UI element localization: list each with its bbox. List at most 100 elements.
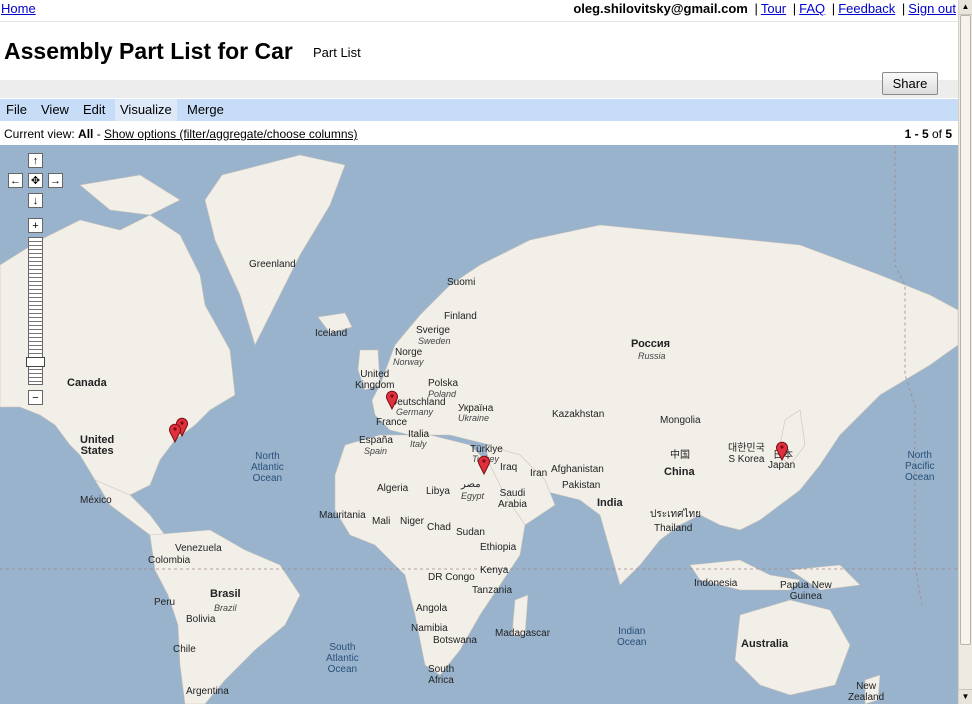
map-label: Spain bbox=[364, 446, 388, 456]
map-label: France bbox=[376, 417, 408, 428]
map-label: Kazakhstan bbox=[552, 409, 605, 420]
map-marker[interactable] bbox=[168, 423, 182, 443]
map-label: Indonesia bbox=[694, 578, 738, 589]
view-dash: - bbox=[93, 127, 105, 141]
map-label: South Atlantic Ocean bbox=[326, 642, 359, 675]
map-label: Mauritania bbox=[319, 510, 366, 521]
map-label: Angola bbox=[416, 603, 448, 614]
map-label: United Kingdom bbox=[355, 369, 395, 391]
map-label: Sverige bbox=[416, 325, 450, 336]
menu-bar: File View Edit Visualize Merge bbox=[0, 99, 958, 121]
pager-total: 5 bbox=[945, 127, 952, 141]
map-label: Canada bbox=[67, 377, 107, 389]
map-label: España bbox=[359, 435, 393, 446]
map-label: Kenya bbox=[480, 565, 509, 576]
zoom-in-icon[interactable]: + bbox=[28, 218, 43, 233]
map-label: India bbox=[597, 497, 623, 509]
home-link[interactable]: Home bbox=[1, 1, 36, 16]
separator: | bbox=[792, 1, 797, 16]
map-label: ประเทศไทย bbox=[650, 509, 701, 520]
map-label: Bolivia bbox=[186, 614, 216, 625]
current-view: Current view: All - Show options (filter… bbox=[4, 127, 358, 141]
map-marker[interactable] bbox=[775, 441, 789, 461]
scrollbar-thumb[interactable] bbox=[960, 15, 971, 645]
map-label: Iran bbox=[530, 468, 548, 479]
map-label: South Africa bbox=[428, 664, 455, 686]
pan-left-icon[interactable]: ← bbox=[8, 173, 23, 188]
user-area: oleg.shilovitsky@gmail.com | Tour | FAQ | F… bbox=[573, 1, 956, 16]
map-label: Egypt bbox=[461, 491, 485, 501]
map-label: 中国 bbox=[670, 450, 690, 461]
page-title: Assembly Part List for Car bbox=[4, 38, 293, 64]
pager-of: of bbox=[928, 127, 946, 141]
pan-center-icon[interactable]: ✥ bbox=[28, 173, 43, 188]
separator: | bbox=[901, 1, 906, 16]
faq-link[interactable]: FAQ bbox=[799, 1, 825, 16]
map-label: مصر bbox=[461, 479, 481, 490]
map-label: Namibia bbox=[411, 623, 448, 634]
map-label: DR Congo bbox=[428, 572, 475, 583]
pan-up-icon[interactable]: ↑ bbox=[28, 153, 43, 168]
pan-down-icon[interactable]: ↓ bbox=[28, 193, 43, 208]
map-label: Mongolia bbox=[660, 415, 701, 426]
map-label: México bbox=[80, 495, 112, 506]
map-label: North Atlantic Ocean bbox=[251, 451, 284, 484]
map-label: Chad bbox=[427, 522, 451, 533]
menu-merge[interactable]: Merge bbox=[182, 99, 229, 121]
map-label: United States bbox=[80, 434, 115, 457]
map-label: Sudan bbox=[456, 527, 485, 538]
menu-edit[interactable]: Edit bbox=[78, 99, 110, 121]
menu-file[interactable]: File bbox=[1, 99, 32, 121]
pager-range: 1 - 5 bbox=[904, 127, 929, 141]
map-label: Ukraine bbox=[458, 413, 490, 423]
map-label: North Pacific Ocean bbox=[905, 450, 935, 483]
map-label: Botswana bbox=[433, 635, 477, 646]
separator: | bbox=[754, 1, 758, 16]
map-label: Saudi Arabia bbox=[498, 488, 527, 510]
share-button[interactable]: Share bbox=[882, 72, 938, 95]
scroll-down-icon[interactable]: ▼ bbox=[959, 689, 972, 704]
map-label: Colombia bbox=[148, 555, 191, 566]
current-view-value: All bbox=[78, 127, 94, 141]
map-marker[interactable] bbox=[385, 390, 399, 410]
map-label: Suomi bbox=[447, 277, 476, 288]
map-label: Tanzania bbox=[472, 585, 513, 596]
scrollbar[interactable]: ▲ ▼ bbox=[958, 0, 972, 704]
zoom-out-icon[interactable]: − bbox=[28, 390, 43, 405]
map-land bbox=[0, 145, 958, 704]
map-label: Iceland bbox=[315, 328, 348, 339]
world-map[interactable]: Greenland Iceland Suomi Finland Sverige … bbox=[0, 145, 958, 704]
map-label: Brasil bbox=[210, 588, 241, 600]
map-label: Papua New Guinea bbox=[780, 580, 832, 602]
sign-out-link[interactable]: Sign out bbox=[908, 1, 956, 16]
current-view-prefix: Current view: bbox=[4, 127, 79, 141]
map-label: Madagascar bbox=[495, 628, 551, 639]
map-label: Niger bbox=[400, 516, 424, 527]
map-marker[interactable] bbox=[477, 455, 491, 475]
top-bar: Home oleg.shilovitsky@gmail.com | Tour | F… bbox=[0, 0, 958, 20]
map-label: Pakistan bbox=[562, 480, 601, 491]
map-label: Venezuela bbox=[175, 543, 222, 554]
map-label: Libya bbox=[426, 486, 450, 497]
map-label: 대한민국 S Korea bbox=[728, 443, 765, 465]
map-label: Finland bbox=[444, 311, 477, 322]
tour-link[interactable]: Tour bbox=[761, 1, 786, 16]
map-label: Mali bbox=[372, 516, 391, 527]
feedback-link[interactable]: Feedback bbox=[838, 1, 895, 16]
pan-right-icon[interactable]: → bbox=[48, 173, 63, 188]
menu-view[interactable]: View bbox=[36, 99, 74, 121]
map-label: Sweden bbox=[418, 336, 451, 346]
map-label: Polska bbox=[428, 378, 459, 389]
page-subtitle: Part List bbox=[313, 45, 361, 60]
zoom-slider-handle[interactable] bbox=[26, 357, 45, 367]
map-label: Россия bbox=[631, 338, 671, 350]
scroll-up-icon[interactable]: ▲ bbox=[959, 0, 972, 15]
divider bbox=[0, 21, 958, 22]
share-bar bbox=[0, 80, 958, 98]
map-label: Thailand bbox=[654, 523, 693, 534]
show-options-link[interactable]: Show options (filter/aggregate/choose co… bbox=[104, 127, 357, 141]
map-label: Greenland bbox=[249, 259, 296, 270]
map-label: China bbox=[664, 466, 695, 478]
map-label: Chile bbox=[173, 644, 196, 655]
menu-visualize[interactable]: Visualize bbox=[115, 99, 177, 121]
